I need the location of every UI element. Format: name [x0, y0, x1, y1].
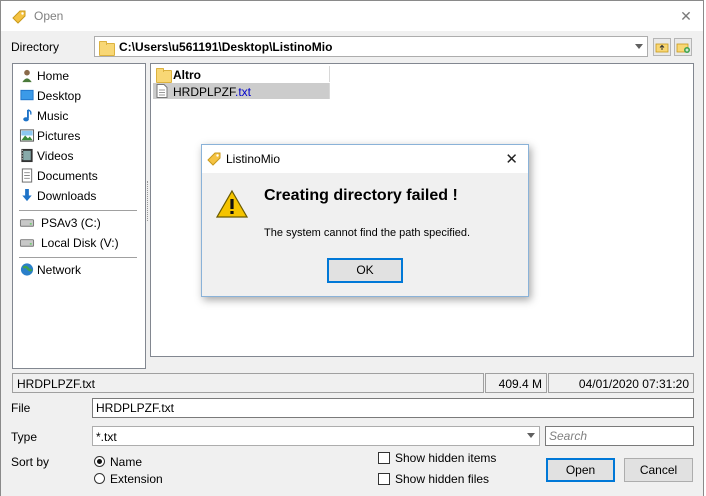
show-hidden-files-label: Show hidden files [395, 472, 490, 486]
error-dialog: ListinoMio ✕ Creating directory failed !… [201, 144, 529, 297]
type-label: Type [11, 430, 38, 444]
sort-name-radio[interactable] [94, 456, 105, 467]
text-file-icon [156, 84, 168, 98]
status-filename: HRDPLPZF.txt [12, 373, 484, 393]
places-separator [19, 210, 137, 211]
sort-extension-label: Extension [110, 472, 163, 486]
tag-icon [12, 10, 26, 24]
close-button[interactable]: ✕ [677, 7, 695, 25]
cancel-button[interactable]: Cancel [624, 458, 693, 482]
dialog-message: The system cannot find the path specifie… [264, 227, 471, 239]
file-type-select[interactable]: *.txt [92, 426, 540, 446]
search-input[interactable]: Search [545, 426, 694, 446]
dialog-title-bar: ListinoMio ✕ [202, 145, 528, 173]
sort-label: Sort by [11, 455, 50, 469]
title-bar: Open ✕ [1, 1, 703, 31]
show-hidden-items-label: Show hidden items [395, 451, 497, 465]
ok-button[interactable]: OK [327, 258, 403, 283]
new-folder-icon [676, 43, 690, 53]
status-filesize: 409.4 M [485, 373, 547, 393]
sort-name-label: Name [110, 455, 143, 469]
file-name: HRDPLPZF [173, 85, 236, 99]
open-file-dialog: Open ✕ Directory C:\Users\u561191\Deskto… [0, 0, 704, 496]
home-icon [22, 69, 32, 83]
dialog-title: ListinoMio [226, 152, 281, 166]
file-extension: .txt [235, 85, 252, 99]
music-icon [23, 109, 32, 122]
warning-icon [216, 189, 248, 218]
dialog-close-button[interactable]: ✕ [505, 150, 518, 168]
chevron-down-icon [635, 43, 643, 49]
sort-extension-radio[interactable] [94, 473, 105, 484]
file-label: File [11, 401, 31, 415]
network-icon [20, 263, 34, 276]
downloads-icon [22, 188, 32, 202]
new-folder-button[interactable] [674, 38, 692, 56]
documents-icon [21, 168, 33, 183]
close-icon: ✕ [680, 8, 692, 24]
places-separator [19, 257, 137, 258]
file-name-input[interactable]: HRDPLPZF.txt [92, 398, 694, 418]
file-item-folder[interactable]: Altro [153, 66, 330, 83]
parent-directory-button[interactable] [653, 38, 671, 56]
file-type-value: *.txt [96, 430, 117, 444]
show-hidden-files-checkbox[interactable] [378, 473, 390, 485]
drive-icon [19, 239, 35, 247]
show-hidden-items-checkbox[interactable] [378, 452, 390, 464]
folder-up-icon [655, 43, 669, 53]
chevron-down-icon [527, 433, 535, 438]
status-date: 04/01/2020 07:31:20 [548, 373, 694, 393]
tag-icon [207, 152, 221, 166]
directory-path: C:\Users\u561191\Desktop\ListinoMio [119, 40, 333, 54]
file-item-selected[interactable]: HRDPLPZF.txt [153, 83, 330, 99]
folder-icon [156, 68, 172, 83]
dialog-heading: Creating directory failed ! [264, 187, 458, 204]
window-title: Open [34, 9, 64, 23]
directory-combo[interactable]: C:\Users\u561191\Desktop\ListinoMio [94, 36, 648, 57]
folder-icon [99, 41, 115, 56]
close-icon: ✕ [505, 151, 518, 168]
pictures-icon [19, 129, 35, 142]
directory-label: Directory [11, 40, 60, 54]
places-panel: Home Desktop Music Pictures Videos Docum… [12, 63, 146, 369]
open-button[interactable]: Open [546, 458, 615, 482]
desktop-icon [20, 89, 34, 101]
drive-icon [19, 219, 35, 227]
videos-icon [21, 148, 33, 163]
